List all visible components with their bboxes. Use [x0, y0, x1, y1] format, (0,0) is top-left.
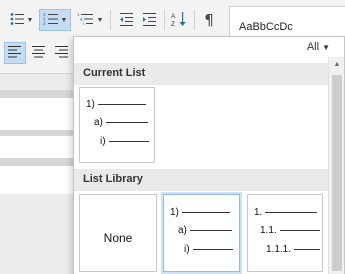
- align-right-icon: [55, 45, 69, 61]
- level-number: 1.1.: [260, 225, 277, 236]
- decrease-indent-button[interactable]: [115, 9, 137, 31]
- scroll-up-icon[interactable]: ▲: [329, 57, 345, 71]
- multilevel-list-gallery: All ▼ Current List 1) a) i) List Library…: [73, 36, 345, 274]
- list-level-3: 1.1.1.: [266, 244, 321, 255]
- numbering-button[interactable]: 1 2 3 ▼: [39, 9, 71, 31]
- level-number: 1.: [254, 207, 263, 218]
- increase-indent-icon: [141, 11, 157, 30]
- style-sample-normal[interactable]: AaBbCcDc: [239, 21, 293, 33]
- sort-button[interactable]: A Z: [168, 9, 190, 31]
- chevron-down-icon[interactable]: ▼: [27, 17, 34, 24]
- align-right-button[interactable]: [51, 42, 73, 64]
- level-line: [192, 249, 233, 250]
- list-level-1: 1.: [254, 207, 318, 218]
- level-line: [189, 230, 232, 231]
- current-list-tile[interactable]: 1) a) i): [79, 87, 155, 163]
- increase-indent-button[interactable]: [138, 9, 160, 31]
- svg-text:Z: Z: [171, 21, 175, 27]
- decrease-indent-icon: [118, 11, 134, 30]
- multilevel-list-button[interactable]: 1 a i ▼: [73, 9, 107, 31]
- document-band: [0, 194, 80, 274]
- divider: [110, 10, 111, 30]
- chevron-down-icon[interactable]: ▼: [97, 17, 104, 24]
- gallery-scrollbar[interactable]: ▲: [328, 57, 344, 274]
- numbering-icon: 1 2 3: [43, 11, 59, 30]
- svg-text:i: i: [83, 21, 84, 26]
- chevron-down-icon[interactable]: ▼: [61, 17, 68, 24]
- list-level-3: i): [100, 136, 149, 147]
- list-level-2: 1.1.: [260, 225, 320, 236]
- multilevel-list-icon: 1 a i: [77, 11, 95, 30]
- divider: [164, 10, 165, 30]
- align-left-button[interactable]: [4, 42, 26, 64]
- scrollbar-thumb[interactable]: [332, 75, 342, 271]
- divider: [194, 10, 195, 30]
- document-band: [0, 158, 80, 166]
- level-number: 1): [86, 99, 95, 110]
- level-number: i): [100, 136, 106, 147]
- current-list-header: Current List: [74, 63, 328, 85]
- align-center-button[interactable]: [28, 42, 50, 64]
- align-center-icon: [32, 45, 46, 61]
- level-line: [105, 122, 148, 123]
- sort-icon: A Z: [171, 11, 187, 30]
- chevron-down-icon: ▼: [322, 42, 330, 52]
- list-library-tile-none[interactable]: None: [79, 194, 157, 272]
- level-line: [265, 212, 318, 213]
- list-level-2: a): [94, 117, 148, 128]
- bullets-button[interactable]: ▼: [4, 9, 38, 31]
- none-label: None: [103, 231, 133, 245]
- level-line: [294, 249, 321, 250]
- gallery-filter-label: All: [306, 41, 320, 53]
- document-band: [0, 166, 80, 194]
- svg-text:A: A: [171, 13, 176, 20]
- align-left-icon: [8, 45, 22, 61]
- list-level-1: 1): [86, 99, 146, 110]
- level-number: a): [178, 225, 187, 236]
- level-number: 1.1.1.: [266, 244, 292, 255]
- level-line: [108, 141, 149, 142]
- pilcrow-icon: ¶: [204, 11, 214, 29]
- list-level-2: a): [178, 225, 232, 236]
- list-library-tile-decimal[interactable]: 1. 1.1. 1.1.1.: [247, 194, 323, 272]
- list-library-header: List Library: [74, 169, 328, 191]
- level-line: [181, 212, 230, 213]
- list-level-3: i): [184, 244, 233, 255]
- document-band: [0, 90, 80, 98]
- level-number: i): [184, 244, 190, 255]
- level-line: [97, 104, 146, 105]
- level-number: a): [94, 117, 103, 128]
- bullets-icon: [9, 11, 25, 30]
- gallery-filter[interactable]: All ▼: [307, 41, 330, 53]
- svg-text:3: 3: [43, 21, 46, 26]
- list-level-1: 1): [170, 207, 230, 218]
- show-hide-marks-button[interactable]: ¶: [198, 9, 220, 31]
- document-band: [0, 98, 80, 130]
- document-area: [0, 74, 80, 274]
- list-library-tile-paren[interactable]: 1) a) i): [163, 194, 240, 272]
- level-line: [279, 230, 320, 231]
- document-band: [0, 136, 80, 158]
- level-number: 1): [170, 207, 179, 218]
